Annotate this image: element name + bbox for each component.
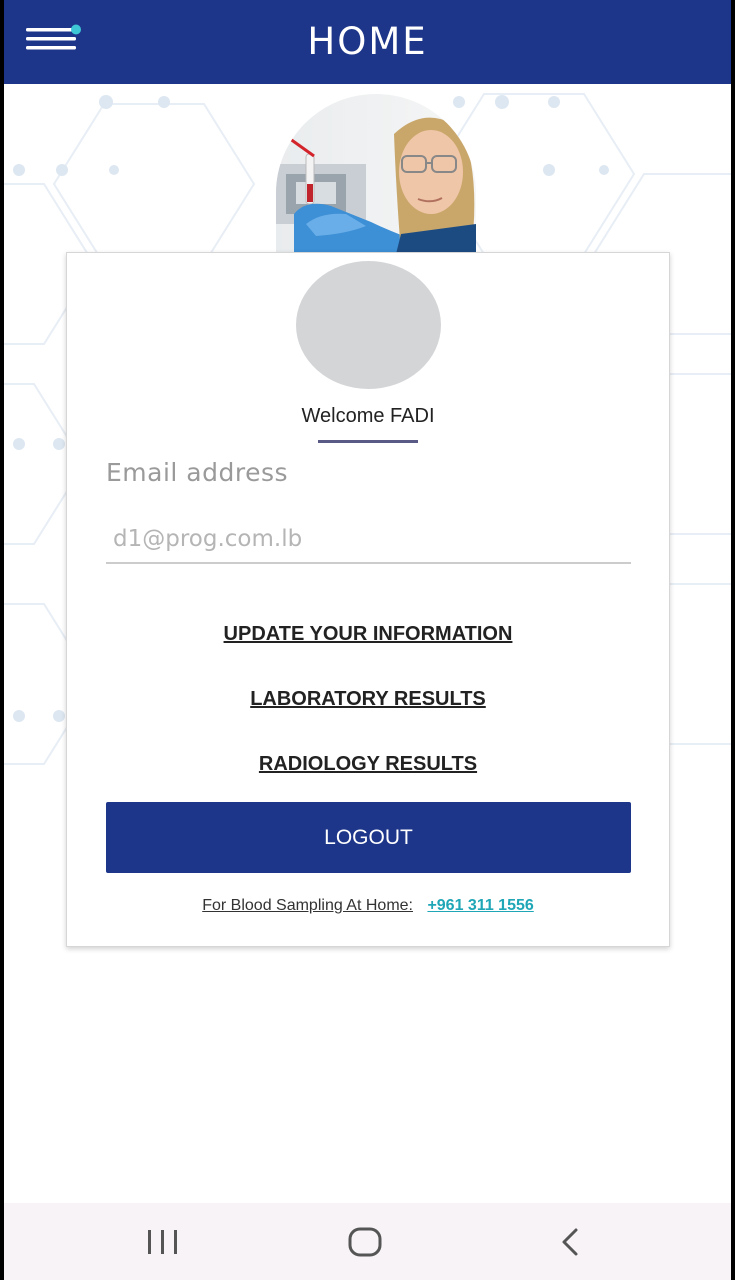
email-label: Email address [106, 458, 289, 487]
avatar-placeholder [296, 261, 441, 389]
update-information-link[interactable]: UPDATE YOUR INFORMATION [67, 623, 669, 646]
laboratory-results-link[interactable]: LABORATORY RESULTS [67, 688, 669, 711]
welcome-divider [318, 440, 418, 443]
recents-icon[interactable] [144, 1225, 184, 1259]
phone-link[interactable]: +961 311 1556 [427, 897, 533, 914]
blood-sampling-footer: For Blood Sampling At Home: +961 311 155… [67, 897, 669, 915]
app-screen: HOME Welcome FADI Email address d1@prog.… [4, 0, 731, 1280]
logout-button[interactable]: LOGOUT [106, 802, 631, 873]
back-icon[interactable] [552, 1225, 592, 1259]
radiology-results-link[interactable]: RADIOLOGY RESULTS [67, 753, 669, 776]
blood-sampling-label: For Blood Sampling At Home: [202, 897, 413, 914]
app-header: HOME [4, 0, 731, 84]
home-icon[interactable] [345, 1225, 385, 1259]
email-field[interactable] [106, 516, 631, 564]
welcome-text: Welcome FADI [301, 405, 435, 427]
page-title: HOME [307, 20, 428, 63]
system-navigation-bar [4, 1203, 731, 1280]
profile-card: Welcome FADI Email address UPDATE YOUR I… [66, 252, 670, 947]
